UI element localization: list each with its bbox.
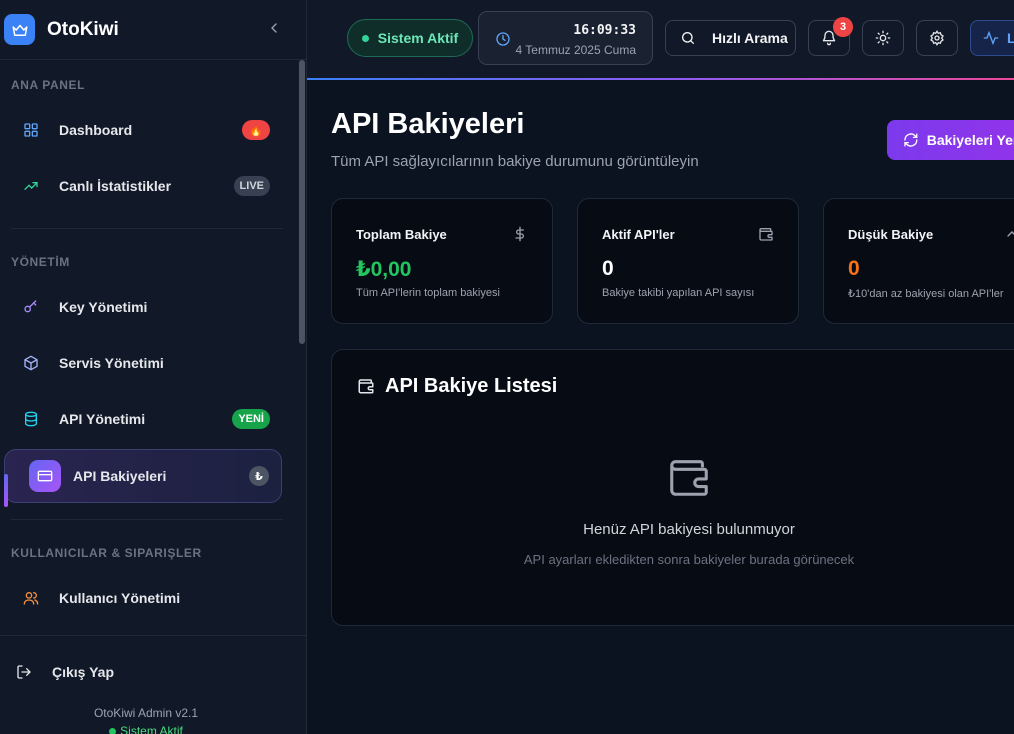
sidebar-status-label: Sistem Aktif	[120, 724, 183, 734]
section-title-kullanicilar: KULLANICILAR & SIPARIŞLER	[11, 546, 202, 560]
wallet-icon	[759, 228, 773, 241]
sidebar-scrollbar[interactable]	[299, 60, 305, 344]
notification-count-badge: 3	[833, 17, 853, 37]
live-button[interactable]: L	[970, 20, 1014, 56]
active-indicator	[4, 474, 8, 507]
divider	[11, 228, 283, 229]
version-text: OtoKiwi Admin v2.1	[93, 706, 199, 720]
list-title: API Bakiye Listesi	[385, 375, 558, 397]
sidebar-item-label: Dashboard	[59, 122, 133, 138]
card-value: ₺0,00	[356, 258, 412, 281]
empty-state-description: API ayarları ekledikten sonra bakiyeler …	[523, 552, 855, 567]
fire-badge: 🔥	[242, 120, 270, 140]
clock-icon	[496, 32, 510, 46]
sidebar-nav: ANA PANEL Dashboard 🔥 Canlı İstatistikle…	[0, 60, 297, 635]
card-desc: Bakiye takibi yapılan API sayısı	[602, 287, 755, 299]
status-dot	[109, 728, 117, 734]
sidebar-item-label: Servis Yönetimi	[59, 355, 164, 371]
trending-down-icon	[1007, 231, 1014, 237]
quick-search-button[interactable]: Hızlı Arama	[665, 20, 796, 56]
sidebar-item-label: Kullanıcı Yönetimi	[59, 590, 181, 606]
refresh-balances-label: Bakiyeleri Yenile	[926, 132, 1014, 148]
wallet-icon	[358, 379, 374, 394]
sidebar-item-key-yonetimi[interactable]: Key Yönetimi	[4, 280, 282, 334]
box-icon	[24, 355, 38, 371]
sidebar-status: Sistem Aktif	[0, 724, 292, 734]
card-value: 0	[848, 257, 860, 280]
live-badge: LIVE	[233, 176, 270, 196]
chevron-left-icon[interactable]	[266, 20, 282, 36]
search-icon	[682, 32, 694, 44]
section-title-ana-panel: ANA PANEL	[11, 78, 86, 92]
clock-widget: 16:09:33 4 Temmuz 2025 Cuma	[478, 11, 653, 65]
api-balance-list-panel: API Bakiye Listesi Henüz API bakiyesi bu…	[331, 349, 1014, 626]
sidebar-item-api-bakiyeleri[interactable]: API Bakiyeleri ₺	[4, 449, 282, 503]
logout-label: Çıkış Yap	[52, 664, 115, 680]
sidebar-item-servis-yonetimi[interactable]: Servis Yönetimi	[4, 336, 282, 390]
brand-name: OtoKiwi	[47, 18, 119, 40]
dollar-icon	[515, 226, 524, 242]
sidebar-item-label: Canlı İstatistikler	[59, 178, 172, 194]
trending-up-icon	[24, 182, 38, 190]
card-value: 0	[602, 257, 614, 280]
settings-button[interactable]	[916, 20, 958, 56]
sidebar-item-label: Key Yönetimi	[59, 299, 148, 315]
sidebar-footer: Çıkış Yap OtoKiwi Admin v2.1 Sistem Akti…	[0, 635, 307, 734]
refresh-icon	[904, 133, 918, 147]
card-title: Toplam Bakiye	[356, 227, 447, 242]
sidebar-item-dashboard[interactable]: Dashboard 🔥	[4, 103, 282, 157]
low-balance-card: Düşük Bakiye 0 ₺10'dan az bakiyesi olan …	[823, 198, 1014, 324]
card-desc: Tüm API'lerin toplam bakiyesi	[356, 287, 500, 299]
sun-icon	[875, 30, 891, 46]
sidebar: OtoKiwi ANA PANEL Dashboard 🔥 Canlı İsta…	[0, 0, 307, 734]
empty-state-title: Henüz API bakiyesi bulunmuyor	[583, 521, 795, 538]
sidebar-item-label: API Bakiyeleri	[73, 468, 167, 484]
logout-button[interactable]: Çıkış Yap	[16, 664, 114, 680]
sidebar-item-kullanici-yonetimi[interactable]: Kullanıcı Yönetimi	[4, 571, 282, 625]
clock-time: 16:09:33	[573, 23, 636, 38]
new-badge: YENİ	[232, 409, 270, 429]
activity-icon	[983, 30, 999, 46]
refresh-balances-button[interactable]: Bakiyeleri Yenile	[887, 120, 1014, 160]
database-icon	[25, 411, 37, 427]
sidebar-item-api-yonetimi[interactable]: API Yönetimi YENİ	[4, 392, 282, 446]
system-status-label: Sistem Aktif	[377, 30, 459, 46]
key-icon	[24, 300, 37, 313]
page-subtitle: Tüm API sağlayıcılarının bakiye durumunu…	[331, 153, 699, 170]
theme-toggle-button[interactable]	[862, 20, 904, 56]
card-title: Aktif API'ler	[602, 227, 675, 242]
active-apis-card: Aktif API'ler 0 Bakiye takibi yapılan AP…	[577, 198, 799, 324]
sidebar-item-canli-istatistikler[interactable]: Canlı İstatistikler LIVE	[4, 159, 282, 213]
divider	[11, 519, 283, 520]
lira-badge: ₺	[249, 466, 269, 486]
live-button-label: L	[1007, 30, 1014, 46]
credit-card-icon	[29, 460, 61, 492]
card-title: Düşük Bakiye	[848, 227, 934, 242]
sidebar-item-label: API Yönetimi	[59, 411, 146, 427]
section-title-yonetim: YÖNETİM	[11, 255, 70, 269]
brand: OtoKiwi	[0, 0, 306, 60]
total-balance-card: Toplam Bakiye ₺0,00 Tüm API'lerin toplam…	[331, 198, 553, 324]
logout-icon	[17, 665, 31, 679]
grid-icon	[24, 123, 38, 137]
card-desc: ₺10'dan az bakiyesi olan API'ler	[848, 288, 1004, 300]
crown-icon	[4, 14, 35, 45]
quick-search-label: Hızlı Arama	[712, 30, 788, 46]
status-dot	[361, 34, 369, 42]
clock-date: 4 Temmuz 2025 Cuma	[515, 43, 636, 57]
empty-wallet-icon	[670, 460, 708, 496]
system-status-pill: Sistem Aktif	[347, 19, 473, 57]
page-title: API Bakiyeleri	[331, 108, 525, 140]
users-icon	[23, 592, 39, 605]
gear-icon	[930, 30, 944, 46]
